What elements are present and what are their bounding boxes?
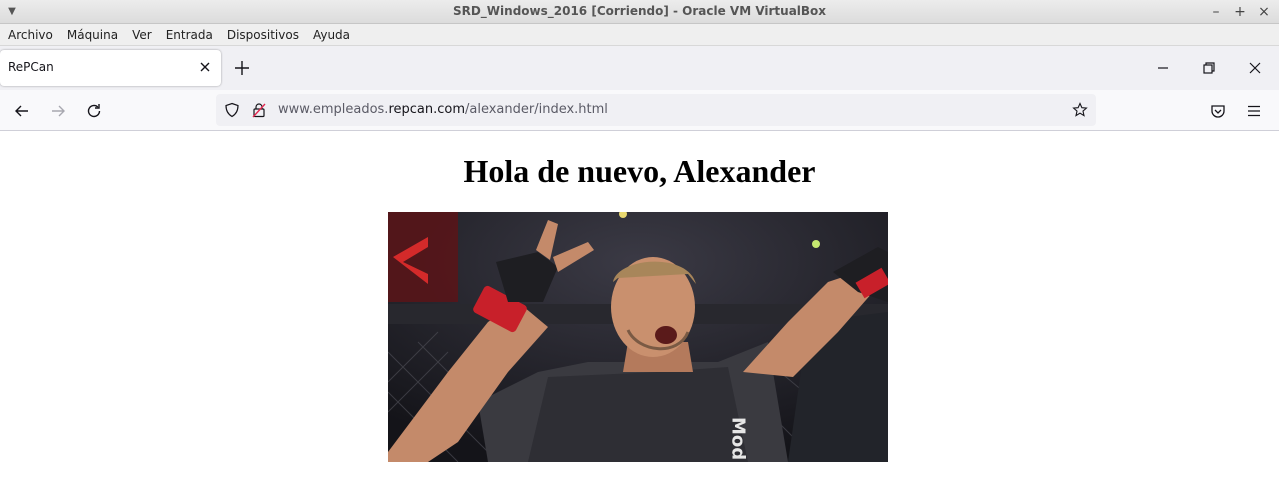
vbox-menubar: Archivo Máquina Ver Entrada Dispositivos… (0, 24, 1279, 46)
close-tab-icon[interactable] (197, 59, 213, 75)
fighter-photo: Mod (388, 212, 888, 462)
restore-icon[interactable] (1199, 58, 1219, 78)
tab-title: RePCan (8, 60, 54, 74)
url-text[interactable]: www.empleados.repcan.com/alexander/index… (278, 102, 608, 117)
page-content: Hola de nuevo, Alexander Mod (0, 131, 1279, 494)
vbox-minimize-button[interactable]: – (1207, 2, 1225, 22)
minimize-icon[interactable] (1153, 58, 1173, 78)
window-controls: – + × (1207, 2, 1273, 22)
url-prefix: www.empleados. (278, 102, 389, 117)
back-icon[interactable] (12, 101, 32, 121)
tab-repcan[interactable]: RePCan (0, 50, 221, 86)
tab-strip: RePCan (0, 46, 1279, 90)
menu-dispositivos[interactable]: Dispositivos (222, 28, 304, 42)
window-title: SRD_Windows_2016 [Corriendo] - Oracle VM… (452, 4, 827, 18)
navigation-bar: www.empleados.repcan.com/alexander/index… (0, 90, 1279, 131)
forward-icon[interactable] (48, 101, 68, 121)
new-tab-icon[interactable] (232, 58, 252, 78)
menu-archivo[interactable]: Archivo (3, 28, 58, 42)
tracking-protection-shield-icon[interactable] (224, 102, 240, 118)
bookmark-star-icon[interactable] (1072, 102, 1088, 118)
menu-entrada[interactable]: Entrada (161, 28, 218, 42)
hamburger-menu-icon[interactable] (1244, 101, 1264, 121)
vbox-close-button[interactable]: × (1255, 2, 1273, 22)
insecure-lock-icon[interactable] (251, 102, 267, 118)
reload-icon[interactable] (84, 101, 104, 121)
photo-shirt-text: Mod (728, 417, 749, 460)
menu-maquina[interactable]: Máquina (62, 28, 123, 42)
vbox-titlebar: ▼ SRD_Windows_2016 [Corriendo] - Oracle … (0, 0, 1279, 24)
address-bar[interactable]: www.empleados.repcan.com/alexander/index… (216, 94, 1096, 126)
menu-ayuda[interactable]: Ayuda (308, 28, 355, 42)
fighter-photo-illustration: Mod (388, 212, 888, 462)
vbox-maximize-button[interactable]: + (1231, 2, 1249, 22)
url-domain: repcan.com (388, 102, 465, 117)
close-window-icon[interactable] (1245, 58, 1265, 78)
menu-ver[interactable]: Ver (127, 28, 157, 42)
url-path: /alexander/index.html (465, 102, 608, 117)
pocket-icon[interactable] (1208, 101, 1228, 121)
page-heading: Hola de nuevo, Alexander (463, 153, 816, 189)
